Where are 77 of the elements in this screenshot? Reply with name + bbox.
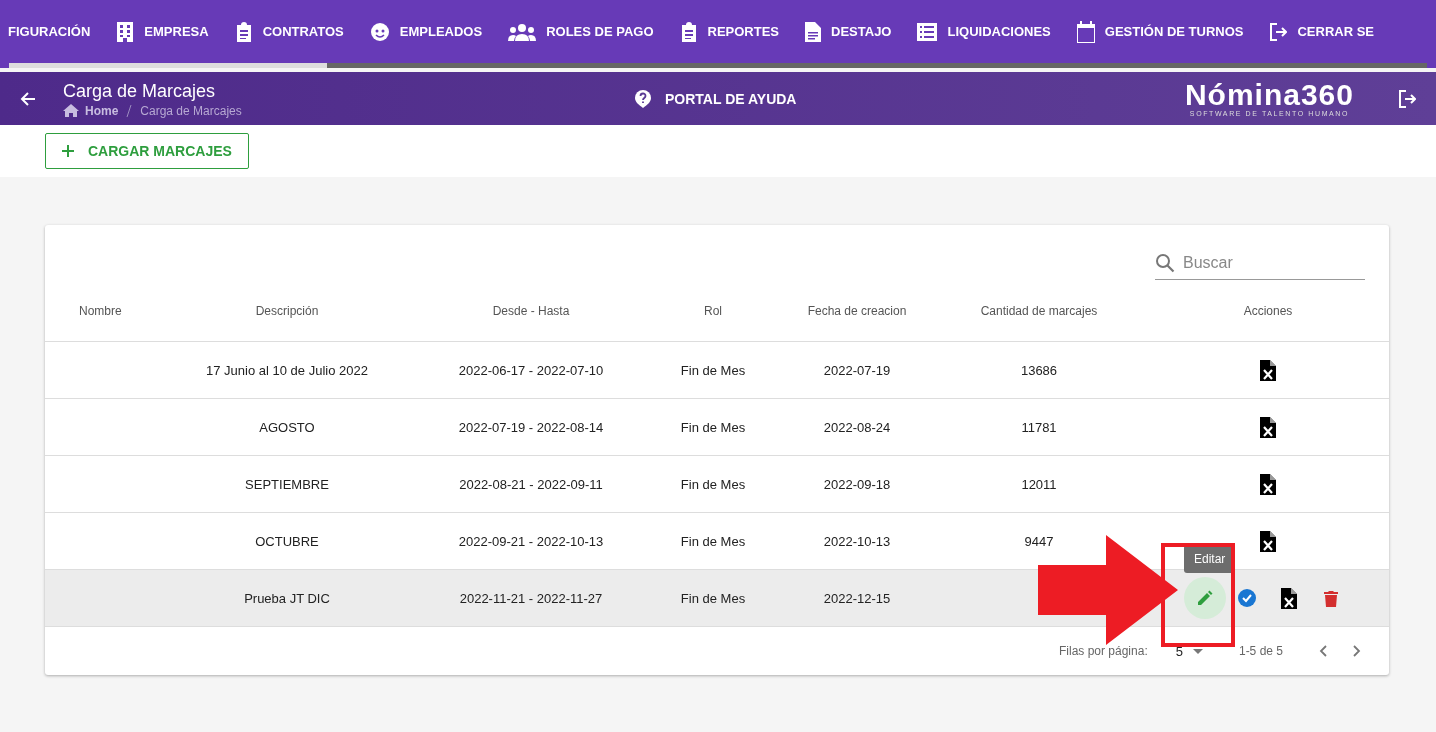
nav-tab[interactable]: DESTAJO bbox=[792, 21, 905, 42]
nav-tab[interactable]: CONTRATOS bbox=[221, 21, 357, 42]
excel-file-icon[interactable] bbox=[1260, 473, 1276, 495]
nav-tab[interactable]: LIQUIDACIONES bbox=[904, 22, 1064, 41]
rows-per-page-label: Filas por página: bbox=[1059, 644, 1148, 658]
nav-tab[interactable]: CERRAR SE bbox=[1256, 22, 1388, 41]
table-cell: Fin de Mes bbox=[643, 456, 783, 513]
table-cell: 2022-08-21 - 2022-09-11 bbox=[419, 456, 643, 513]
table-cell: 12011 bbox=[931, 456, 1147, 513]
calendar-icon bbox=[1076, 20, 1095, 43]
scroll-bar[interactable] bbox=[9, 63, 1427, 68]
table-row[interactable]: SEPTIEMBRE 2022-08-21 - 2022-09-11 Fin de Mes 2022-09-18 12011 bbox=[45, 456, 1389, 513]
table-cell: Fin de Mes bbox=[643, 342, 783, 399]
nav-tab[interactable]: EMPRESA bbox=[103, 20, 222, 43]
table-row[interactable]: 17 Junio al 10 de Julio 2022 2022-06-17 - 2022-07-10 Fin de Mes 2022-07-19 13686 bbox=[45, 342, 1389, 399]
logout-icon bbox=[1398, 89, 1416, 108]
breadcrumb-separator-icon bbox=[126, 104, 133, 117]
excel-file-icon[interactable] bbox=[1260, 530, 1276, 552]
nav-tab[interactable]: FIGURACIÓN bbox=[0, 24, 104, 40]
column-header[interactable]: Nombre bbox=[45, 281, 155, 342]
table-cell: 17 Junio al 10 de Julio 2022 bbox=[155, 342, 419, 399]
table-cell: Fin de Mes bbox=[643, 399, 783, 456]
logout-icon bbox=[1269, 22, 1288, 41]
logout-button[interactable] bbox=[1398, 89, 1416, 108]
search-icon bbox=[1155, 253, 1175, 273]
clipboard-icon bbox=[679, 21, 698, 42]
breadcrumb-current: Carga de Marcajes bbox=[140, 103, 242, 118]
page-title: Carga de Marcajes bbox=[63, 79, 217, 102]
column-header[interactable]: Acciones bbox=[1147, 281, 1389, 342]
table-cell: 2022-12-15 bbox=[783, 570, 931, 627]
rows-per-page-select[interactable]: 5 bbox=[1169, 642, 1209, 660]
list-icon bbox=[917, 22, 938, 41]
breadcrumb-link[interactable]: Home bbox=[63, 103, 119, 118]
back-arrow-icon bbox=[20, 90, 36, 107]
help-portal-link[interactable]: PORTAL DE AYUDA bbox=[629, 88, 803, 109]
column-header[interactable]: Rol bbox=[643, 281, 783, 342]
face-icon bbox=[369, 21, 390, 42]
table-cell: Prueba JT DIC bbox=[155, 570, 419, 627]
table-cell: 11781 bbox=[931, 399, 1147, 456]
nav-tab[interactable]: ROLES DE PAGO bbox=[495, 22, 667, 41]
clipboard-icon bbox=[234, 21, 253, 42]
check-circle-icon[interactable] bbox=[1238, 589, 1256, 607]
excel-file-icon[interactable] bbox=[1281, 587, 1297, 609]
table-cell: 2022-07-19 - 2022-08-14 bbox=[419, 399, 643, 456]
home-icon bbox=[63, 104, 79, 117]
column-header[interactable]: Desde - Hasta bbox=[419, 281, 643, 342]
column-header[interactable]: Descripción bbox=[155, 281, 419, 342]
pencil-icon bbox=[1197, 590, 1213, 606]
building-icon bbox=[116, 20, 135, 43]
table-cell: 2022-06-17 - 2022-07-10 bbox=[419, 342, 643, 399]
document-icon bbox=[805, 21, 822, 42]
column-header[interactable]: Cantidad de marcajes bbox=[931, 281, 1147, 342]
table-cell: 2022-07-19 bbox=[783, 342, 931, 399]
table-row[interactable]: AGOSTO 2022-07-19 - 2022-08-14 Fin de Mes 2022-08-24 11781 bbox=[45, 399, 1389, 456]
table-cell: SEPTIEMBRE bbox=[155, 456, 419, 513]
trash-icon[interactable] bbox=[1324, 589, 1338, 607]
table-cell: AGOSTO bbox=[155, 399, 419, 456]
help-icon bbox=[635, 89, 651, 108]
nav-tab[interactable]: EMPLEADOS bbox=[356, 21, 496, 42]
plus-icon bbox=[62, 145, 74, 157]
people-icon bbox=[508, 22, 537, 41]
chevron-left-icon bbox=[1319, 645, 1327, 657]
table-cell: 13686 bbox=[931, 342, 1147, 399]
excel-file-icon[interactable] bbox=[1260, 416, 1276, 438]
column-header[interactable]: Fecha de creacion bbox=[783, 281, 931, 342]
nav-tab[interactable]: REPORTES bbox=[666, 21, 793, 42]
edit-button[interactable] bbox=[1184, 577, 1226, 619]
chevron-right-icon bbox=[1353, 645, 1361, 657]
excel-file-icon[interactable] bbox=[1260, 359, 1276, 381]
table-cell: Fin de Mes bbox=[643, 570, 783, 627]
pagination-range: 1-5 de 5 bbox=[1238, 644, 1283, 658]
logo-text: Nómina360 bbox=[1184, 80, 1354, 110]
dropdown-caret-icon bbox=[1192, 648, 1203, 654]
table-cell: 2022-11-21 - 2022-11-27 bbox=[419, 570, 643, 627]
table-cell: 2022-09-18 bbox=[783, 456, 931, 513]
table-cell: 2022-08-24 bbox=[783, 399, 931, 456]
nav-tab[interactable]: GESTIÓN DE TURNOS bbox=[1063, 20, 1257, 43]
